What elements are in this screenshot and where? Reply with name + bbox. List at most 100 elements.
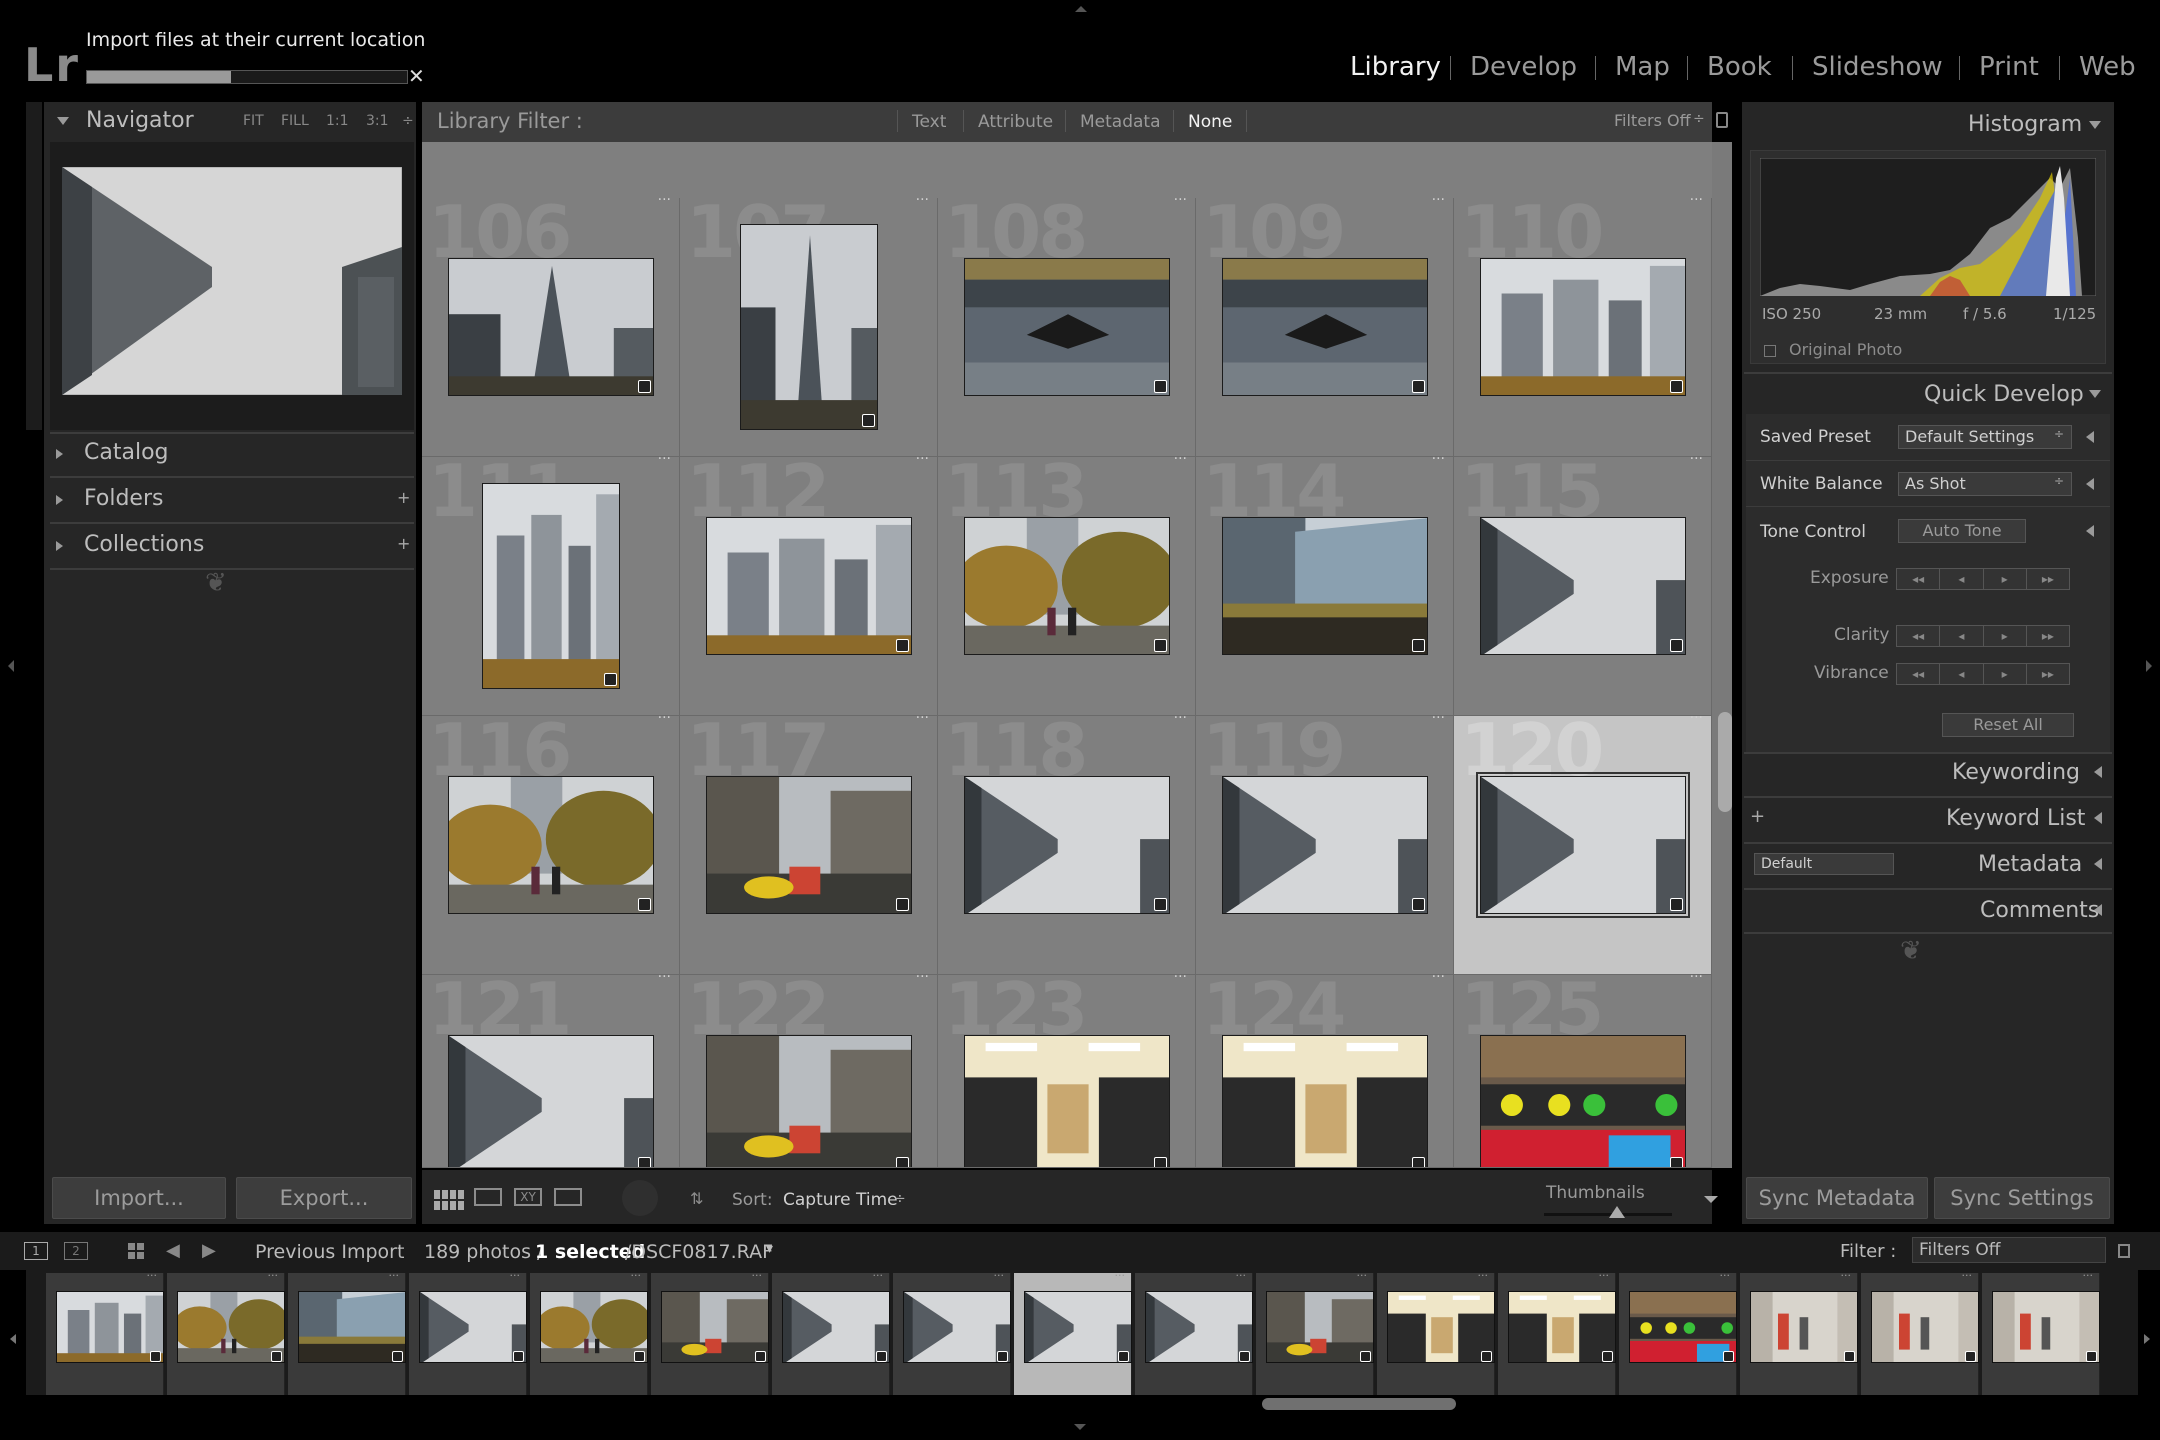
navigator-title[interactable]: Navigator xyxy=(86,108,194,133)
photo-cell[interactable]: 123 ··· xyxy=(938,975,1196,1168)
photo-cell-menu-icon[interactable]: ··· xyxy=(1690,198,1703,208)
metadata-preset-dropdown[interactable]: Default xyxy=(1754,853,1894,875)
filmstrip-cell-menu-icon[interactable]: ··· xyxy=(1720,1269,1731,1282)
sort-dropdown[interactable]: Capture Time xyxy=(783,1190,898,1210)
filmstrip-cell[interactable]: ··· xyxy=(46,1269,164,1395)
metadata-title[interactable]: Metadata xyxy=(1978,852,2082,877)
expand-white-balance-icon[interactable] xyxy=(2086,478,2094,490)
photo-cell-menu-icon[interactable]: ··· xyxy=(1174,198,1187,208)
photo-cell-menu-icon[interactable]: ··· xyxy=(1174,716,1187,726)
module-tab-library[interactable]: Library xyxy=(1350,52,1441,82)
filmstrip-cell[interactable]: ··· xyxy=(1619,1269,1737,1395)
navigator-preview[interactable] xyxy=(62,167,402,395)
filter-metadata[interactable]: Metadata xyxy=(1080,112,1161,132)
photo-thumbnail[interactable] xyxy=(964,776,1170,914)
filmstrip-thumbnail[interactable] xyxy=(1750,1291,1858,1363)
photo-cell-menu-icon[interactable]: ··· xyxy=(1432,198,1445,208)
filmstrip-thumbnail[interactable] xyxy=(1387,1291,1495,1363)
filmstrip-thumbnail[interactable] xyxy=(661,1291,769,1363)
histogram-graph[interactable] xyxy=(1760,158,2096,296)
photo-cell[interactable]: 110 ··· xyxy=(1454,198,1712,457)
filmstrip-scrollbar[interactable] xyxy=(1262,1398,1456,1410)
filmstrip-thumbnail[interactable] xyxy=(419,1291,527,1363)
photo-cell-menu-icon[interactable]: ··· xyxy=(658,457,671,467)
photo-cell-menu-icon[interactable]: ··· xyxy=(1690,716,1703,726)
export-button[interactable]: Export... xyxy=(236,1177,412,1219)
saved-preset-dropdown[interactable]: Default Settings xyxy=(1898,425,2072,449)
filmstrip-cell-menu-icon[interactable]: ··· xyxy=(1115,1269,1126,1282)
clarity-stepper[interactable]: ◂◂ ◂ ▸ ▸▸ xyxy=(1896,625,2070,647)
photo-thumbnail[interactable] xyxy=(1480,258,1686,396)
collapse-histogram-icon[interactable] xyxy=(2089,121,2101,129)
bottom-panel-toggle-icon[interactable] xyxy=(1074,1424,1086,1430)
photo-thumbnail[interactable] xyxy=(448,1035,654,1167)
filmstrip-cell[interactable]: ··· xyxy=(1740,1269,1858,1395)
filmstrip-cell-menu-icon[interactable]: ··· xyxy=(1841,1269,1852,1282)
grid-shortcut-icon[interactable] xyxy=(128,1243,144,1259)
collapse-navigator-icon[interactable] xyxy=(57,117,69,125)
filmstrip-cell-menu-icon[interactable]: ··· xyxy=(1236,1269,1247,1282)
add-keyword-icon[interactable]: + xyxy=(1750,806,1765,827)
filmstrip-cell[interactable]: ··· xyxy=(530,1269,648,1395)
grid-scrollbar-track[interactable] xyxy=(1712,142,1732,1168)
photo-cell-menu-icon[interactable]: ··· xyxy=(916,457,929,467)
photo-thumbnail[interactable] xyxy=(1222,1035,1428,1167)
zoom-fill[interactable]: FILL xyxy=(281,113,309,129)
photo-cell[interactable]: 109 ··· xyxy=(1196,198,1454,457)
filmstrip-cell-menu-icon[interactable]: ··· xyxy=(2083,1269,2094,1282)
original-photo-checkbox[interactable] xyxy=(1764,345,1776,357)
forward-arrow-icon[interactable]: ▶ xyxy=(202,1240,216,1261)
filmstrip-cell[interactable]: ··· xyxy=(1861,1269,1979,1395)
photo-cell[interactable]: 106 ··· xyxy=(422,198,680,457)
photo-cell-menu-icon[interactable]: ··· xyxy=(1432,716,1445,726)
photo-thumbnail[interactable] xyxy=(1222,258,1428,396)
photo-cell[interactable]: 114 ··· xyxy=(1196,457,1454,716)
filmstrip-thumbnail[interactable] xyxy=(1266,1291,1374,1363)
filmstrip-cell[interactable]: ··· xyxy=(772,1269,890,1395)
filmstrip-cell-menu-icon[interactable]: ··· xyxy=(1599,1269,1610,1282)
import-button[interactable]: Import... xyxy=(52,1177,226,1219)
photo-thumbnail[interactable] xyxy=(706,776,912,914)
expand-tone-control-icon[interactable] xyxy=(2086,525,2094,537)
photo-cell[interactable]: 116 ··· xyxy=(422,716,680,975)
filter-presets-arrow-icon[interactable]: ÷ xyxy=(1693,111,1705,127)
zoom-3-1[interactable]: 3:1 xyxy=(366,113,389,129)
photo-cell[interactable]: 118 ··· xyxy=(938,716,1196,975)
left-panel-toggle-icon[interactable] xyxy=(8,660,14,672)
photo-cell[interactable]: 115 ··· xyxy=(1454,457,1712,716)
filmstrip-cell-menu-icon[interactable]: ··· xyxy=(389,1269,400,1282)
section-catalog[interactable]: Catalog xyxy=(84,440,169,465)
photo-thumbnail[interactable] xyxy=(1476,772,1690,918)
photo-thumbnail[interactable] xyxy=(482,483,620,689)
photo-thumbnail[interactable] xyxy=(448,776,654,914)
module-tab-slideshow[interactable]: Slideshow xyxy=(1812,52,1943,82)
filmstrip-thumbnail[interactable] xyxy=(56,1291,164,1363)
sync-metadata-button[interactable]: Sync Metadata xyxy=(1746,1177,1928,1219)
photo-cell-menu-icon[interactable]: ··· xyxy=(1174,457,1187,467)
expand-collections-icon[interactable] xyxy=(56,541,63,551)
photo-cell-menu-icon[interactable]: ··· xyxy=(916,975,929,985)
filmstrip-lock-icon[interactable] xyxy=(2118,1244,2130,1258)
filter-none[interactable]: None xyxy=(1188,112,1232,132)
filmstrip-cell[interactable]: ··· xyxy=(409,1269,527,1395)
expand-folders-icon[interactable] xyxy=(56,495,63,505)
photo-cell[interactable]: 122 ··· xyxy=(680,975,938,1168)
filmstrip-thumbnail[interactable] xyxy=(298,1291,406,1363)
photo-thumbnail[interactable] xyxy=(1222,776,1428,914)
reset-all-button[interactable]: Reset All xyxy=(1942,713,2074,737)
photo-thumbnail[interactable] xyxy=(964,1035,1170,1167)
painter-tool-icon[interactable] xyxy=(622,1180,658,1216)
top-panel-toggle-icon[interactable] xyxy=(1075,6,1087,12)
auto-tone-button[interactable]: Auto Tone xyxy=(1898,519,2026,543)
filmstrip-thumbnail[interactable] xyxy=(1992,1291,2100,1363)
expand-catalog-icon[interactable] xyxy=(56,449,63,459)
module-tab-map[interactable]: Map xyxy=(1615,52,1670,82)
photo-thumbnail[interactable] xyxy=(448,258,654,396)
photo-cell-menu-icon[interactable]: ··· xyxy=(1690,975,1703,985)
photo-thumbnail[interactable] xyxy=(1480,1035,1686,1167)
photo-cell[interactable]: 111··· xyxy=(422,457,680,716)
sort-direction-icon[interactable]: ⇅ xyxy=(690,1189,703,1208)
photo-cell[interactable]: 107··· xyxy=(680,198,938,457)
photo-cell-menu-icon[interactable]: ··· xyxy=(658,716,671,726)
filmstrip-cell[interactable]: ··· xyxy=(893,1269,1011,1395)
